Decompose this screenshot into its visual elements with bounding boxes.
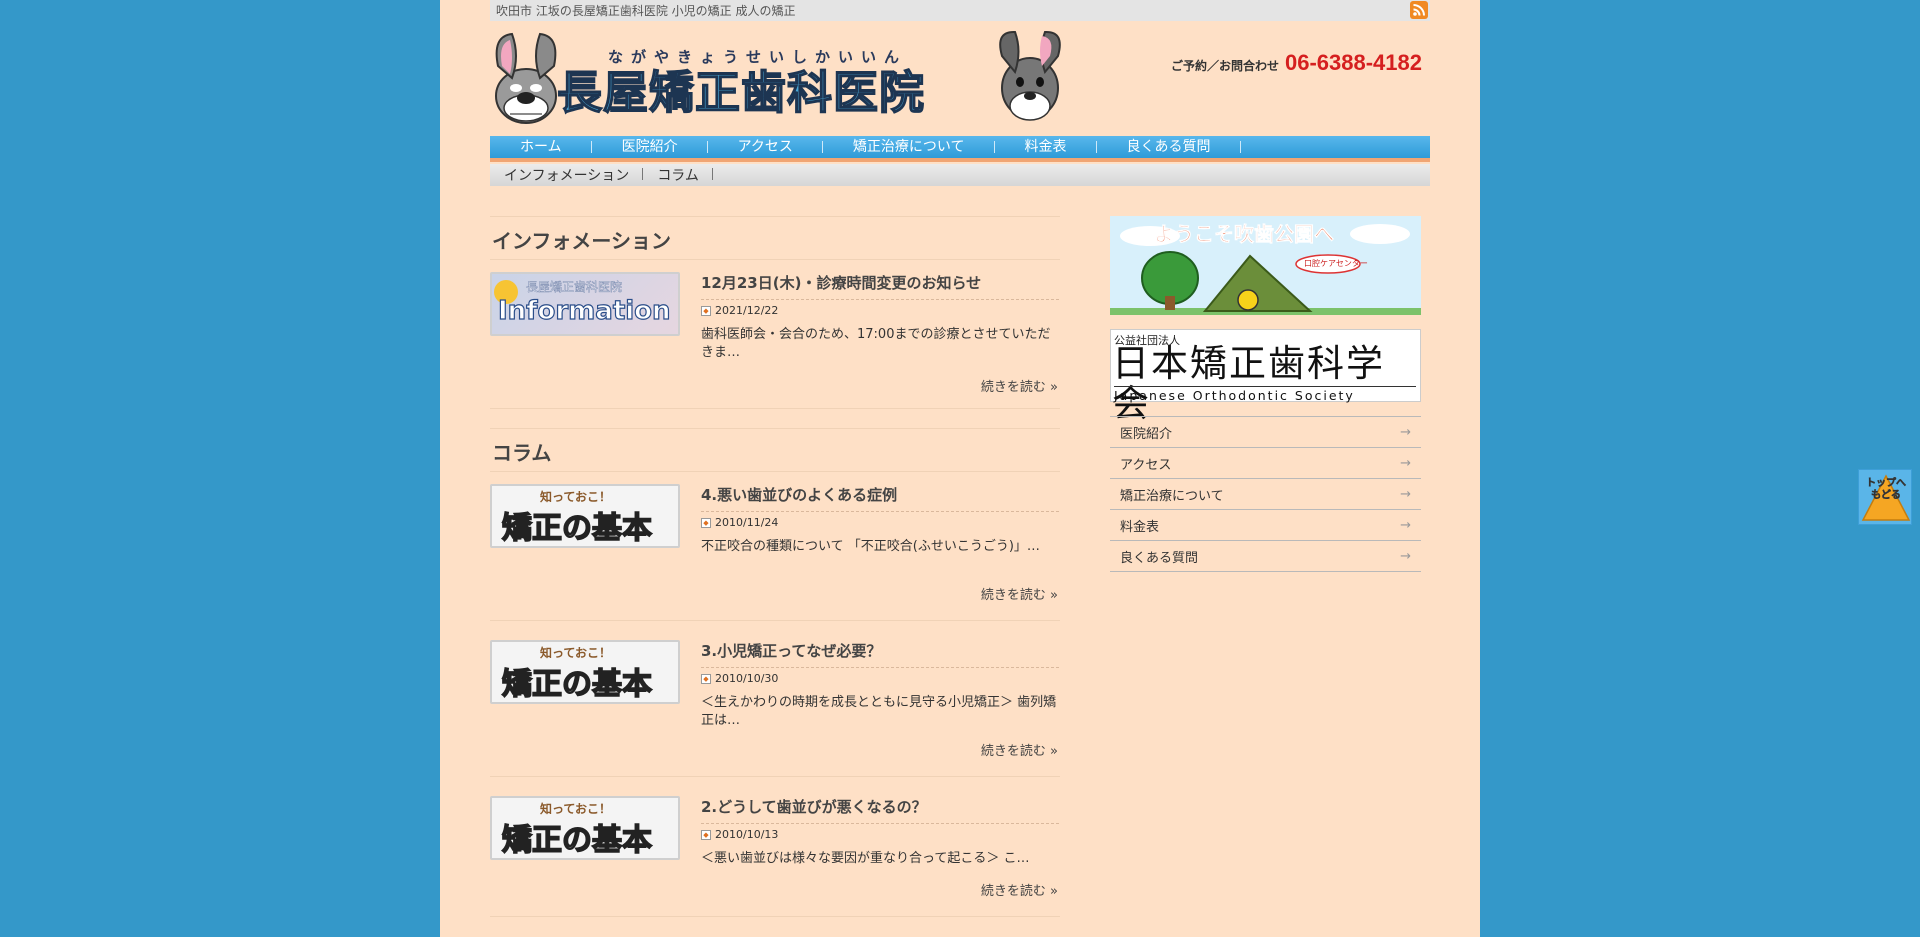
divider [490,620,1060,621]
logo-text: 長屋矯正歯科医院 [556,65,926,120]
banner-sign: 口腔ケアセンター [1304,259,1368,268]
sidebar-item-label: 料金表 [1120,519,1160,535]
subnav-item-information[interactable]: インフォメーション [490,165,644,185]
divider [490,408,1060,409]
sidebar-item-treatment[interactable]: 矯正治療について → [1110,479,1421,510]
tel-label: ご予約／お問合わせ [1170,59,1279,73]
sidebar-item-faq[interactable]: 良くある質問 → [1110,541,1421,572]
thumb-big-text: Information [497,295,671,326]
sub-nav: インフォメーション コラム [490,164,1430,186]
sidebar-item-label: 矯正治療について [1120,488,1224,504]
rss-icon[interactable] [1410,1,1428,19]
post-thumbnail[interactable]: 知っておこ！ 矯正の基本 [490,640,680,704]
post-excerpt: 歯科医師会・会合のため、17:00までの診療とさせていただきま… [701,327,1051,360]
post-title[interactable]: 12月23日(木)・診療時間変更のお知らせ [701,272,1059,300]
post-date: ◆ 2010/10/13 [701,828,778,841]
post-date: ◆ 2010/11/24 [701,516,778,529]
read-more-link[interactable]: 続きを読む » [981,376,1058,395]
dog-mascot-left-icon [495,32,557,124]
nav-item-home[interactable]: ホーム [490,136,592,158]
arrow-right-icon: → [1400,455,1411,471]
divider [490,776,1060,777]
site-logo[interactable]: ながやきょうせいしかいいん 長屋矯正歯科医院 [490,26,1075,126]
post-thumbnail[interactable]: 知っておこ！ 矯正の基本 [490,484,680,548]
nav-item-access[interactable]: アクセス [708,136,824,158]
section-title-column: コラム [490,428,1060,472]
nav-item-fees[interactable]: 料金表 [995,136,1097,158]
sidebar-item-label: 医院紹介 [1120,426,1173,442]
post-title[interactable]: 3.小児矯正ってなぜ必要？ [701,640,1059,668]
post-excerpt: ＜生えかわりの時期を成長とともに見守る小児矯正＞ 歯列矯正は… [701,695,1057,728]
post-date: ◆ 2021/12/22 [701,304,778,317]
arrow-right-icon: → [1400,424,1411,440]
suishi-park-banner[interactable]: ようこそ吹歯公園へ 口腔ケアセンター [1110,216,1421,315]
arrow-right-icon: → [1400,548,1411,564]
nav-item-faq[interactable]: 良くある質問 [1097,136,1241,158]
thumb-big-text: 矯正の基本 [501,822,653,858]
jos-english-text: Japanese Orthodontic Society [1114,386,1416,403]
dog-mascot-right-icon [999,30,1061,121]
post-title[interactable]: 4.悪い歯並びのよくある症例 [701,484,1059,512]
jos-main-text: 日本矯正歯科学会 [1112,342,1385,425]
read-more-link[interactable]: 続きを読む » [981,584,1058,603]
nav-item-treatment[interactable]: 矯正治療について [823,136,995,158]
thumb-big-text: 矯正の基本 [501,510,653,546]
tel-number[interactable]: 06-6388-4182 [1285,50,1422,76]
post-date-text: 2021/12/22 [715,304,779,317]
back-to-top-label: トップへもどる [1866,478,1907,502]
thumb-big-text: 矯正の基本 [501,666,653,702]
post-excerpt: 不正咬合の種類について 「不正咬合(ふせいこうごう)」… [701,539,1040,554]
back-to-top-button[interactable]: トップへもどる [1858,469,1912,525]
reservation-contact: ご予約／お問合わせ 06-6388-4182 [1171,50,1422,76]
jos-banner[interactable]: 公益社団法人 日本矯正歯科学会 Japanese Orthodontic Soc… [1110,329,1421,424]
post-thumbnail[interactable]: 長屋矯正歯科医院 Information [490,272,680,336]
post-thumbnail[interactable]: 知っておこ！ 矯正の基本 [490,796,680,860]
post-title[interactable]: 2.どうして歯並びが悪くなるの？ [701,796,1059,824]
calendar-icon: ◆ [701,829,711,840]
logo-ruby: ながやきょうせいしかいいん [608,48,908,66]
sidebar-item-access[interactable]: アクセス → [1110,448,1421,479]
site-tagline: 吹田市 江坂の長屋矯正歯科医院 小児の矯正 成人の矯正 [496,4,796,18]
sidebar-item-fees[interactable]: 料金表 → [1110,510,1421,541]
read-more-link[interactable]: 続きを読む » [981,740,1058,759]
sidebar-item-clinic[interactable]: 医院紹介 → [1110,417,1421,448]
thumb-small-text: 長屋矯正歯科医院 [526,280,623,295]
post-date-text: 2010/10/13 [715,828,779,841]
calendar-icon: ◆ [701,673,711,684]
subnav-item-column[interactable]: コラム [643,165,713,185]
post-date-text: 2010/11/24 [715,516,779,529]
banner-title: ようこそ吹歯公園へ [1154,222,1335,247]
nav-item-clinic[interactable]: 医院紹介 [592,136,708,158]
calendar-icon: ◆ [701,517,711,528]
sidebar-item-label: 良くある質問 [1120,550,1199,566]
main-nav: ホーム 医院紹介 アクセス 矯正治療について 料金表 良くある質問 [490,136,1430,162]
divider [490,916,1060,917]
post-date: ◆ 2010/10/30 [701,672,778,685]
calendar-icon: ◆ [701,305,711,316]
section-title-information: インフォメーション [490,216,1060,260]
post-date-text: 2010/10/30 [715,672,779,685]
post-excerpt: ＜悪い歯並びは様々な要因が重なり合って起こる＞ こ… [701,851,1030,866]
page-container: 吹田市 江坂の長屋矯正歯科医院 小児の矯正 成人の矯正 ながやきょうせいしかいい… [440,0,1480,937]
arrow-right-icon: → [1400,517,1411,533]
sidebar-menu: 医院紹介 → アクセス → 矯正治療について → 料金表 → 良くある質問 → [1110,416,1421,572]
top-bar: 吹田市 江坂の長屋矯正歯科医院 小児の矯正 成人の矯正 [490,0,1430,21]
read-more-link[interactable]: 続きを読む » [981,880,1058,899]
arrow-right-icon: → [1400,486,1411,502]
sidebar-item-label: アクセス [1120,457,1172,473]
